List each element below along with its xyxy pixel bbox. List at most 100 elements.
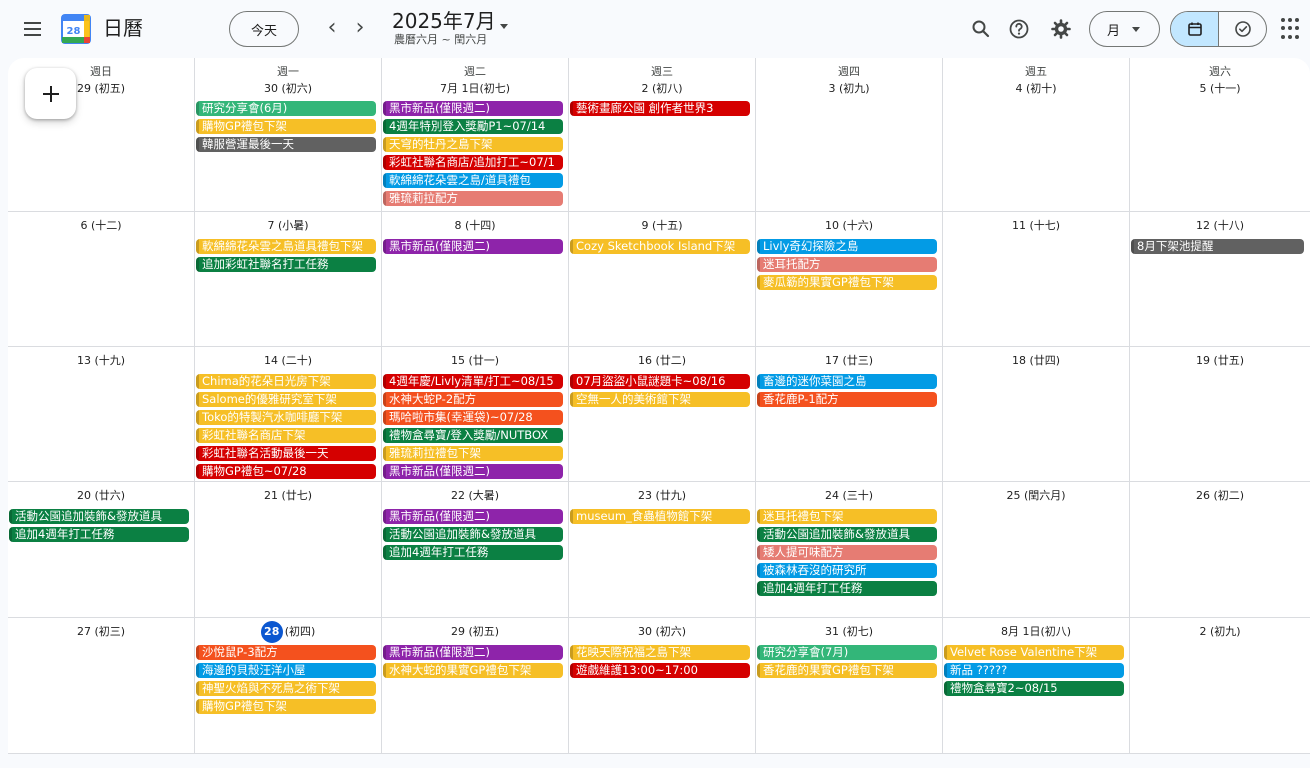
day-cell[interactable]: 28 (初四) 沙悅鼠P-3配方 海邊的貝殼汪洋小屋 神聖火焰與不死鳥之術下架 購物GP禮… xyxy=(195,618,382,754)
day-number[interactable]: 25 (閏六月) xyxy=(943,487,1129,505)
event-chip[interactable]: Salome的優雅研究室下架 xyxy=(196,392,376,407)
day-number[interactable]: 9 (十五) xyxy=(569,217,755,235)
day-number[interactable]: 30 (初六) xyxy=(569,623,755,641)
event-chip[interactable]: 雅琉莉拉配方 xyxy=(383,191,563,206)
event-chip[interactable]: 雅琉莉拉禮包下架 xyxy=(383,446,563,461)
day-cell[interactable]: 22 (大暑) 黑市新品(僅限週二) 活動公園追加裝飾&發放道具 追加4週年打工任務 xyxy=(382,482,569,618)
event-chip[interactable]: 4週年特別登入獎勵P1~07/14 xyxy=(383,119,563,134)
event-chip[interactable]: 研究分享會(6月) xyxy=(196,101,376,116)
day-cell[interactable]: 週四 3 (初九) xyxy=(756,58,943,212)
event-chip[interactable]: 活動公園追加裝飾&發放道具 xyxy=(9,509,189,524)
day-cell[interactable]: 18 (廿四) xyxy=(943,347,1130,482)
day-cell[interactable]: 26 (初二) xyxy=(1130,482,1310,618)
day-number[interactable]: 14 (二十) xyxy=(195,352,381,370)
period-dropdown-icon[interactable] xyxy=(500,24,508,29)
event-chip[interactable]: 購物GP禮包~07/28 xyxy=(196,464,376,479)
day-number[interactable]: 2 (初九) xyxy=(1130,623,1310,641)
day-number[interactable]: 22 (大暑) xyxy=(382,487,568,505)
day-cell[interactable]: 31 (初七) 研究分享會(7月) 香花鹿的果實GP禮包下架 xyxy=(756,618,943,754)
day-cell[interactable]: 23 (廿九) museum_食蟲植物館下架 xyxy=(569,482,756,618)
event-chip[interactable]: 4週年慶/Livly清單/打工~08/15 xyxy=(383,374,563,389)
event-chip[interactable]: 07月盜盜小鼠謎題卡~08/16 xyxy=(570,374,750,389)
event-chip[interactable]: 追加4週年打工任務 xyxy=(9,527,189,542)
event-chip[interactable]: Toko的特製汽水咖啡廳下架 xyxy=(196,410,376,425)
event-chip[interactable]: museum_食蟲植物館下架 xyxy=(570,509,750,524)
event-chip[interactable]: 瑪哈啦市集(幸運袋)~07/28 xyxy=(383,410,563,425)
day-cell[interactable]: 週三 2 (初八) 藝術畫廊公園 創作者世界3 xyxy=(569,58,756,212)
event-chip[interactable]: 彩虹社聯名商店/追加打工~07/1 xyxy=(383,155,563,170)
day-number[interactable]: 31 (初七) xyxy=(756,623,942,641)
event-chip[interactable]: 購物GP禮包下架 xyxy=(196,119,376,134)
day-number[interactable]: 26 (初二) xyxy=(1130,487,1310,505)
day-number[interactable]: 7 (小暑) xyxy=(195,217,381,235)
event-chip[interactable]: 黑市新品(僅限週二) xyxy=(383,101,563,116)
event-chip[interactable]: 活動公園追加裝飾&發放道具 xyxy=(757,527,937,542)
event-chip[interactable]: 迷耳托配方 xyxy=(757,257,937,272)
day-number[interactable]: 24 (三十) xyxy=(756,487,942,505)
day-cell[interactable]: 8月 1日(初八) Velvet Rose Valentine下架 新品 ?????… xyxy=(943,618,1130,754)
day-cell[interactable]: 2 (初九) xyxy=(1130,618,1310,754)
event-chip[interactable]: Cozy Sketchbook Island下架 xyxy=(570,239,750,254)
day-number[interactable]: 15 (廿一) xyxy=(382,352,568,370)
day-cell[interactable]: 20 (廿六) 活動公園追加裝飾&發放道具 追加4週年打工任務 xyxy=(8,482,195,618)
event-chip[interactable]: 彩虹社聯名活動最後一天 xyxy=(196,446,376,461)
day-cell[interactable]: 週一 30 (初六) 研究分享會(6月) 購物GP禮包下架 韓服營運最後一天 xyxy=(195,58,382,212)
day-cell[interactable]: 6 (十二) xyxy=(8,212,195,347)
day-number[interactable]: 20 (廿六) xyxy=(8,487,194,505)
today-indicator[interactable]: 28 xyxy=(260,621,283,643)
event-chip[interactable]: Livly奇幻探險之島 xyxy=(757,239,937,254)
event-chip[interactable]: 追加4週年打工任務 xyxy=(383,545,563,560)
day-cell[interactable]: 16 (廿二) 07月盜盜小鼠謎題卡~08/16 空無一人的美術館下架 xyxy=(569,347,756,482)
day-cell[interactable]: 週二 7月 1日(初七) 黑市新品(僅限週二) 4週年特別登入獎勵P1~07/14 天穹… xyxy=(382,58,569,212)
view-select[interactable]: 月 xyxy=(1089,11,1160,47)
event-chip[interactable]: 藝術畫廊公園 創作者世界3 xyxy=(570,101,750,116)
day-cell[interactable]: 7 (小暑) 軟綿綿花朵雲之島道具禮包下架 追加彩虹社聯名打工任務 xyxy=(195,212,382,347)
day-cell[interactable]: 8 (十四) 黑市新品(僅限週二) xyxy=(382,212,569,347)
event-chip[interactable]: 水神大蛇P-2配方 xyxy=(383,392,563,407)
prev-period-button[interactable]: ‹ xyxy=(318,14,346,42)
day-cell[interactable]: 17 (廿三) 畜邊的迷你菜園之島 香花鹿P-1配方 xyxy=(756,347,943,482)
day-number[interactable]: 19 (廿五) xyxy=(1130,352,1310,370)
day-number[interactable]: 12 (十八) xyxy=(1130,217,1310,235)
day-cell[interactable]: 13 (十九) xyxy=(8,347,195,482)
day-number[interactable]: 11 (十七) xyxy=(943,217,1129,235)
next-period-button[interactable]: › xyxy=(346,14,374,42)
event-chip[interactable]: 購物GP禮包下架 xyxy=(196,699,376,714)
day-number[interactable]: 4 (初十) xyxy=(943,80,1129,98)
day-number[interactable]: 21 (廿七) xyxy=(195,487,381,505)
event-chip[interactable]: 花映天際祝福之島下架 xyxy=(570,645,750,660)
day-cell[interactable]: 25 (閏六月) xyxy=(943,482,1130,618)
day-number[interactable]: 30 (初六) xyxy=(195,80,381,98)
day-number[interactable]: 27 (初三) xyxy=(8,623,194,641)
apps-icon[interactable] xyxy=(1281,18,1303,40)
day-cell[interactable]: 11 (十七) xyxy=(943,212,1130,347)
event-chip[interactable]: 黑市新品(僅限週二) xyxy=(383,239,563,254)
event-chip[interactable]: 新品 ????? xyxy=(944,663,1124,678)
day-number[interactable]: 8 (十四) xyxy=(382,217,568,235)
event-chip[interactable]: 研究分享會(7月) xyxy=(757,645,937,660)
day-cell[interactable]: 29 (初五) 黑市新品(僅限週二) 水神大蛇的果實GP禮包下架 xyxy=(382,618,569,754)
today-date-label[interactable]: 28 (初四) xyxy=(195,621,381,643)
event-chip[interactable]: 彩虹社聯名商店下架 xyxy=(196,428,376,443)
day-number[interactable]: 5 (十一) xyxy=(1130,80,1310,98)
day-cell[interactable]: 週五 4 (初十) xyxy=(943,58,1130,212)
day-cell[interactable]: 10 (十六) Livly奇幻探險之島 迷耳托配方 麥瓜簕的果實GP禮包下架 xyxy=(756,212,943,347)
calendar-view-toggle[interactable] xyxy=(1171,12,1218,46)
tasks-view-toggle[interactable] xyxy=(1218,12,1266,46)
day-cell[interactable]: 9 (十五) Cozy Sketchbook Island下架 xyxy=(569,212,756,347)
event-chip[interactable]: 麥瓜簕的果實GP禮包下架 xyxy=(757,275,937,290)
period-title[interactable]: 2025年7月 xyxy=(392,9,496,33)
day-cell[interactable]: 27 (初三) xyxy=(8,618,195,754)
day-number[interactable]: 17 (廿三) xyxy=(756,352,942,370)
event-chip[interactable]: 矮人提可味配方 xyxy=(757,545,937,560)
day-cell[interactable]: 19 (廿五) xyxy=(1130,347,1310,482)
event-chip[interactable]: 空無一人的美術館下架 xyxy=(570,392,750,407)
event-chip[interactable]: 畜邊的迷你菜園之島 xyxy=(757,374,937,389)
day-number[interactable]: 18 (廿四) xyxy=(943,352,1129,370)
event-chip[interactable]: 遊戲維護13:00~17:00 xyxy=(570,663,750,678)
day-cell[interactable]: 30 (初六) 花映天際祝福之島下架 遊戲維護13:00~17:00 xyxy=(569,618,756,754)
event-chip[interactable]: Velvet Rose Valentine下架 xyxy=(944,645,1124,660)
event-chip[interactable]: 禮物盒尋寶2~08/15 xyxy=(944,681,1124,696)
day-cell[interactable]: 12 (十八) 8月下架池提醒 xyxy=(1130,212,1310,347)
day-number[interactable]: 16 (廿二) xyxy=(569,352,755,370)
